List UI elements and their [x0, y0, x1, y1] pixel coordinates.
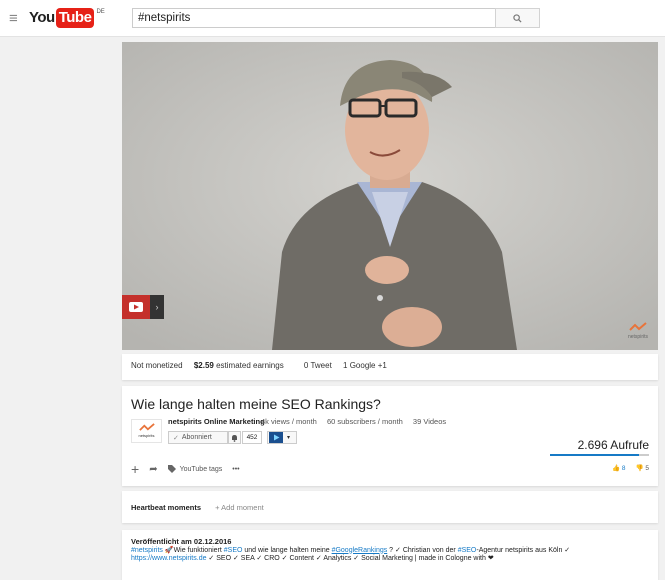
subscribed-button[interactable]: ✓ Abonniert [168, 431, 228, 444]
google-plus-count[interactable]: 1 Google +1 [343, 361, 387, 370]
hashtag-link[interactable]: #SEO [224, 547, 243, 554]
hashtag-link[interactable]: #SEO [458, 547, 477, 554]
description-text: und wie lange halten meine [242, 546, 332, 554]
video-frame-person [122, 42, 658, 350]
like-ratio-bar [550, 454, 649, 456]
video-stats-bar: Not monetized $2.59 estimated earnings 0… [122, 354, 658, 380]
tweet-count[interactable]: 0 Tweet [304, 361, 332, 370]
youtube-tags-label: YouTube tags [179, 465, 223, 473]
heartbeat-panel: Heartbeat moments + Add moment [122, 491, 658, 523]
subscribe-watermark-button[interactable]: › [122, 295, 164, 319]
youtube-logo[interactable]: You Tube DE [29, 8, 105, 28]
thumbs-up-icon: 👍 [611, 465, 621, 472]
views-per-month: 4k views / month [261, 417, 317, 426]
masthead: ≡ You Tube DE #netspirits [0, 0, 665, 37]
menu-icon[interactable]: ≡ [9, 11, 18, 26]
subscribed-label: Abonniert [181, 434, 212, 441]
website-link[interactable]: https://www.netspirits.de [131, 555, 206, 562]
view-count: 2.696 Aufrufe [577, 438, 649, 452]
netspirits-logo-icon [138, 423, 155, 431]
search-button[interactable] [495, 8, 540, 28]
tag-icon [167, 465, 176, 473]
video-description: Veröffentlicht am 02.12.2016 #netspirits… [122, 530, 658, 580]
play-arrow-icon [269, 432, 283, 443]
checkmark-icon: ✓ [173, 434, 179, 442]
add-moment-button[interactable]: + Add moment [215, 503, 264, 512]
search-icon [513, 13, 522, 23]
channel-name[interactable]: netspirits Online Marketing [168, 417, 265, 426]
video-player[interactable]: › netspirits [122, 42, 658, 350]
video-title: Wie lange halten meine SEO Rankings? [131, 396, 381, 412]
video-info: Wie lange halten meine SEO Rankings? net… [122, 386, 658, 486]
video-count: 39 Videos [412, 417, 447, 426]
more-button[interactable]: ••• [232, 466, 239, 473]
like-ratio-fill [550, 454, 640, 456]
hashtag-link[interactable]: #GoogleRankings [332, 547, 388, 554]
caret-down-icon: ▾ [287, 435, 291, 441]
watermark-text: netspirits [627, 334, 648, 340]
hashtag-link[interactable]: #netspirits [131, 547, 163, 554]
description-text: ? ✓ Christian von der [387, 546, 458, 554]
description-line-1: #netspirits 🚀Wie funktioniert #SEO und w… [131, 547, 649, 556]
dislike-button[interactable]: 👎 5 [635, 464, 649, 472]
channel-watermark: netspirits [628, 322, 648, 340]
logo-you: You [29, 9, 55, 26]
youtube-tags-button[interactable]: YouTube tags [167, 465, 223, 473]
chevron-right-icon: › [150, 295, 164, 319]
monetization-status: Not monetized [131, 361, 183, 370]
notification-bell-button[interactable] [228, 431, 241, 444]
netspirits-logo-icon [629, 322, 647, 331]
play-icon [122, 295, 150, 319]
extension-dropdown[interactable]: ▾ [267, 431, 297, 444]
description-line-2: https://www.netspirits.de ✓ SEO ✓ SEA ✓ … [131, 555, 649, 564]
description-text: -Agentur netspirits aus Köln ✓ [476, 546, 571, 554]
publish-date: Veröffentlicht am 02.12.2016 [131, 537, 232, 546]
like-dislike: 👍 8 👎 5 [612, 464, 649, 472]
share-icon[interactable]: ➦ [149, 464, 157, 475]
channel-avatar[interactable]: netspirits [131, 419, 162, 443]
logo-tube: Tube [55, 8, 95, 28]
earnings-label: estimated earnings [216, 361, 284, 370]
description-text: 🚀Wie funktioniert [162, 546, 224, 554]
subscriber-count: 452 [242, 431, 262, 444]
thumbs-down-icon: 👎 [635, 465, 644, 472]
like-button[interactable]: 👍 8 [612, 464, 626, 472]
description-text: ✓ SEO ✓ SEA ✓ CRO ✓ Content ✓ Analytics … [206, 555, 494, 562]
search-input[interactable]: #netspirits [132, 8, 496, 28]
action-bar: + ➦ YouTube tags ••• [131, 462, 240, 476]
channel-stats: 4k views / month 60 subscribers / month … [261, 417, 454, 426]
subscribers-per-month: 60 subscribers / month [326, 417, 403, 426]
heartbeat-title: Heartbeat moments [131, 503, 202, 512]
bell-icon [232, 434, 237, 442]
logo-region: DE [96, 9, 105, 15]
like-count: 8 [621, 465, 626, 472]
channel-avatar-text: netspirits [138, 433, 155, 438]
add-to-icon[interactable]: + [131, 462, 139, 476]
earnings-value: $2.59 [193, 361, 214, 370]
dislike-count: 5 [645, 465, 649, 472]
